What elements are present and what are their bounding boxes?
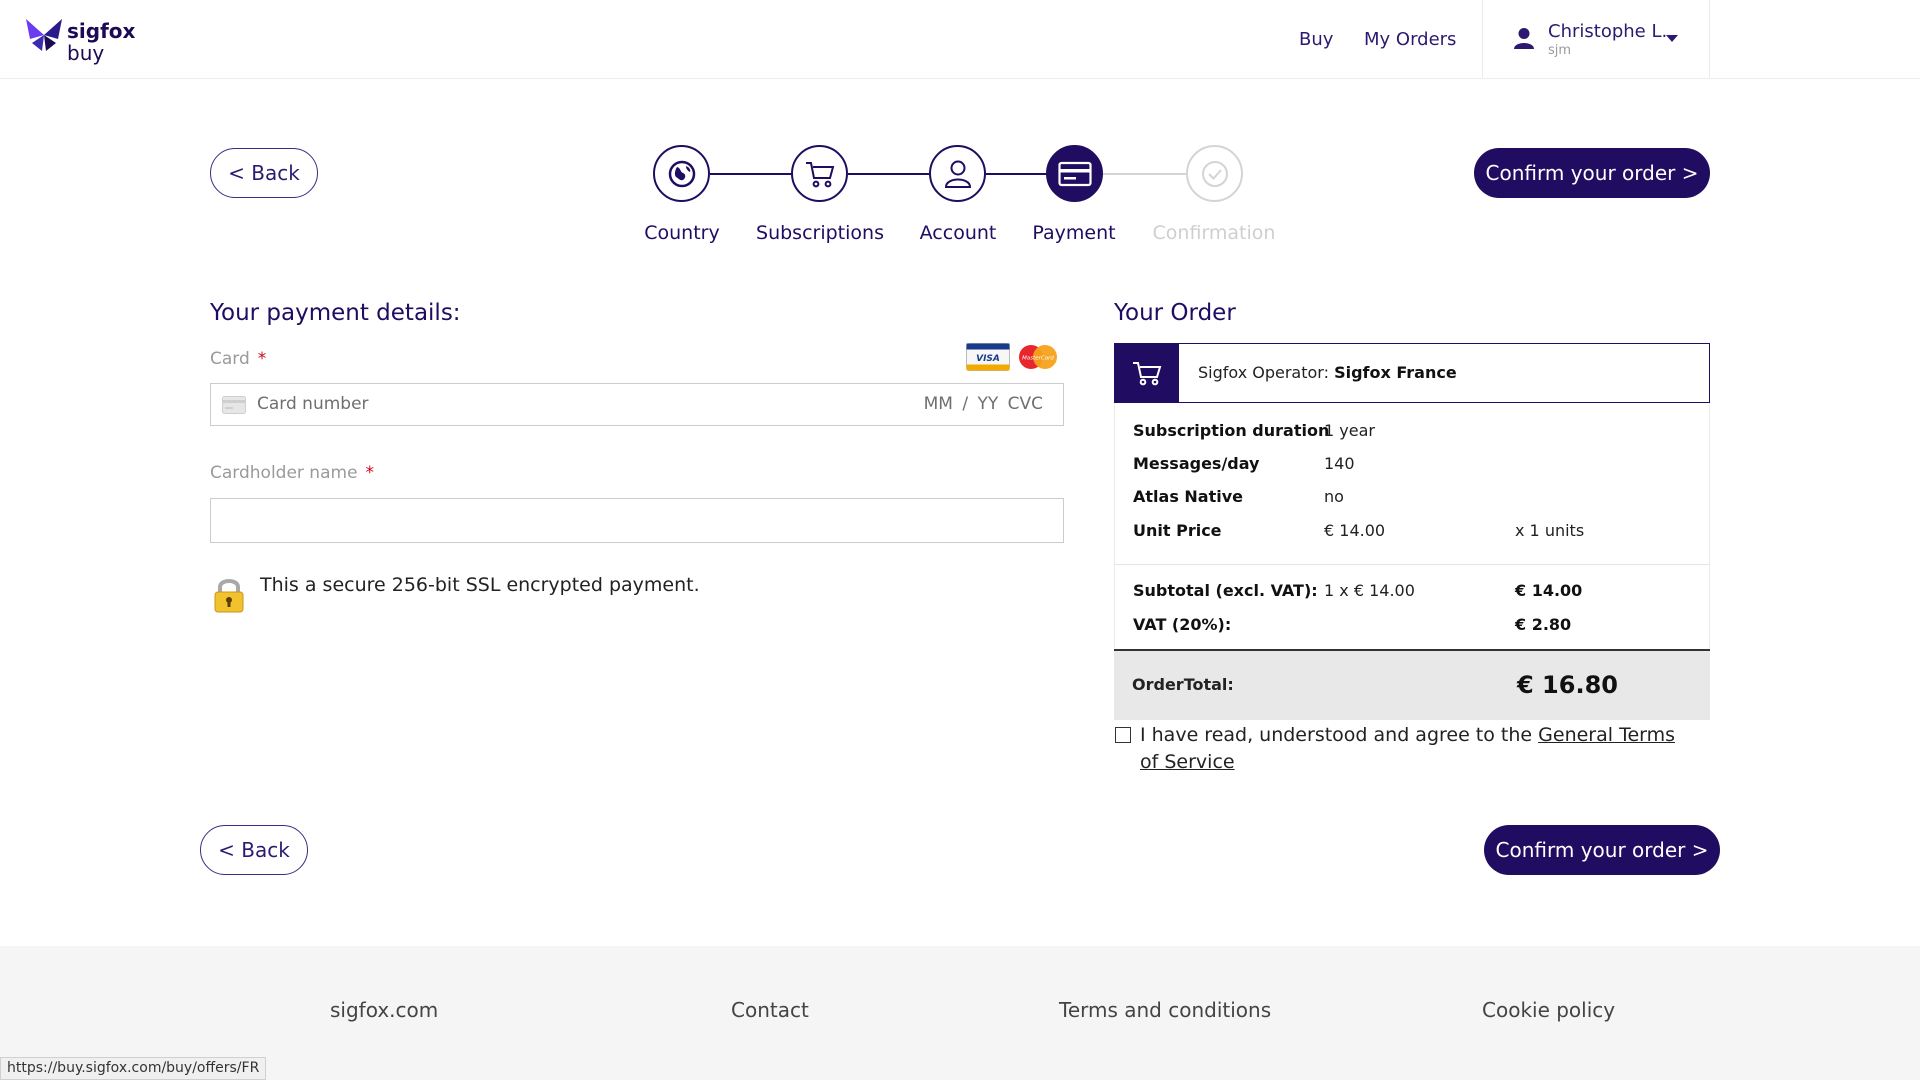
user-subtitle: sjm (1548, 43, 1572, 58)
nav-buy-link[interactable]: Buy (1299, 29, 1333, 50)
step-subscriptions[interactable] (791, 145, 848, 202)
credit-card-icon (1057, 161, 1092, 186)
logo-text-buy: buy (67, 41, 105, 65)
logo-text-sigfox: sigfox (67, 19, 136, 43)
user-menu[interactable]: Christophe L. sjm (1482, 0, 1710, 79)
footer-link-terms[interactable]: Terms and conditions (1059, 998, 1271, 1022)
footer-link-sigfox[interactable]: sigfox.com (330, 998, 438, 1022)
top-header: sigfox buy Buy My Orders Christophe L. s… (0, 0, 1920, 79)
user-outline-icon (944, 160, 971, 188)
operator-label: Sigfox Operator: (1198, 363, 1329, 382)
sigfox-buy-logo[interactable]: sigfox buy (24, 17, 136, 65)
card-number-placeholder: Card number (257, 394, 369, 414)
mastercard-icon: MasterCard (1019, 345, 1057, 369)
order-total-bar: OrderTotal: € 16.80 (1114, 651, 1710, 720)
card-number-input[interactable]: Card number MM / YY CVC (210, 383, 1064, 426)
operator-value: Sigfox France (1334, 363, 1457, 382)
step-label-payment[interactable]: Payment (994, 222, 1154, 244)
terms-text: I have read, understood and agree to the (1140, 724, 1539, 746)
detail-value-messages: 140 (1324, 454, 1355, 473)
cart-icon (1133, 362, 1162, 386)
detail-key-unit-price: Unit Price (1133, 521, 1222, 540)
detail-quantity: x 1 units (1515, 521, 1585, 540)
user-icon (1514, 28, 1534, 49)
user-name: Christophe L. (1548, 21, 1668, 42)
card-label-text: Card (210, 349, 250, 369)
card-placeholder-icon (222, 396, 246, 414)
page-footer: sigfox.com Contact Terms and conditions … (0, 946, 1920, 1080)
operator-text: Sigfox Operator: Sigfox France (1198, 363, 1457, 382)
mastercard-brand-text: MasterCard (1022, 356, 1054, 362)
detail-key-atlas: Atlas Native (1133, 487, 1244, 506)
vat-value: € 2.80 (1515, 615, 1572, 634)
stepper-connector (710, 173, 792, 175)
step-country[interactable] (653, 145, 710, 202)
cardholder-name-input[interactable] (210, 498, 1064, 543)
nav-my-orders-link[interactable]: My Orders (1364, 29, 1456, 50)
order-cart-badge (1115, 344, 1179, 402)
step-label-country[interactable]: Country (602, 222, 762, 244)
expiry-cvc-placeholder: MM / YY CVC (923, 394, 1043, 414)
required-asterisk: * (257, 349, 267, 369)
stepper-connector (986, 173, 1048, 175)
required-asterisk: * (365, 463, 375, 483)
order-total-label: OrderTotal: (1132, 675, 1234, 694)
stepper-connector (848, 173, 930, 175)
chevron-down-icon[interactable] (1666, 35, 1678, 42)
detail-key-duration: Subscription duration (1133, 421, 1330, 440)
subtotal-label: Subtotal (excl. VAT): (1133, 581, 1318, 600)
back-button-top[interactable]: < Back (210, 148, 318, 198)
cart-icon (805, 161, 834, 187)
order-divider (1114, 564, 1710, 565)
visa-brand-text: VISA (976, 354, 1000, 364)
detail-value-duration: 1 year (1324, 421, 1375, 440)
check-circle-icon (1201, 160, 1228, 187)
detail-value-unit-price: € 14.00 (1324, 521, 1386, 540)
step-label-subscriptions[interactable]: Subscriptions (740, 222, 900, 244)
step-confirmation (1186, 145, 1243, 202)
back-button-bottom[interactable]: < Back (200, 825, 308, 875)
card-field-label: Card * (210, 349, 266, 369)
confirm-order-button-bottom[interactable]: Confirm your order > (1484, 825, 1720, 875)
footer-link-cookie[interactable]: Cookie policy (1482, 998, 1615, 1022)
visa-card-icon: VISA (966, 343, 1010, 371)
footer-link-contact[interactable]: Contact (731, 998, 809, 1022)
globe-icon (668, 160, 695, 187)
your-order-title: Your Order (1114, 300, 1236, 326)
terms-agreement-text: I have read, understood and agree to the… (1140, 722, 1680, 776)
cardholder-field-label: Cardholder name * (210, 463, 374, 483)
payment-details-title: Your payment details: (210, 300, 461, 326)
stepper-connector (1103, 173, 1187, 175)
step-account[interactable] (929, 145, 986, 202)
padlock-icon (214, 579, 244, 613)
secure-payment-text: This a secure 256-bit SSL encrypted paym… (260, 574, 700, 596)
browser-status-url: https://buy.sigfox.com/buy/offers/FR (0, 1057, 267, 1080)
subtotal-value: € 14.00 (1515, 581, 1583, 600)
step-payment[interactable] (1046, 145, 1103, 202)
order-total-value: € 16.80 (1517, 671, 1618, 699)
detail-value-atlas: no (1324, 487, 1344, 506)
vat-label: VAT (20%): (1133, 615, 1232, 634)
terms-checkbox[interactable] (1115, 727, 1131, 743)
order-operator-header: Sigfox Operator: Sigfox France (1114, 343, 1710, 403)
detail-key-messages: Messages/day (1133, 454, 1260, 473)
cardholder-label-text: Cardholder name (210, 463, 358, 483)
subtotal-calculation: 1 x € 14.00 (1324, 581, 1415, 600)
butterfly-logo-icon (26, 19, 62, 51)
confirm-order-button-top[interactable]: Confirm your order > (1474, 148, 1710, 198)
step-label-confirmation: Confirmation (1152, 222, 1276, 244)
